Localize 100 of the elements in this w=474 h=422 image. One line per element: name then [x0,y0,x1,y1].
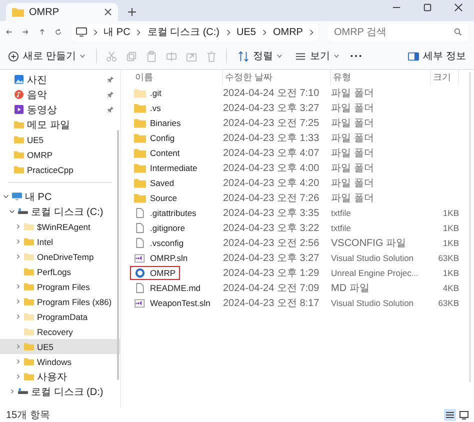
close-icon[interactable] [104,8,112,16]
up-icon[interactable] [38,27,46,37]
chevron-icon[interactable] [15,299,21,304]
file-row[interactable]: Saved 2024-04-23 오후 4:20 파일 폴더 [127,175,474,190]
chevron-icon [262,28,267,36]
address-bar[interactable]: 내 PC 로컬 디스크 (C:) UE5 OMRP [72,24,318,40]
file-row[interactable]: .vsconfig 2024-04-23 오전 2:56 VSCONFIG 파일 1KB [127,235,474,250]
back-icon[interactable] [6,27,12,37]
refresh-icon[interactable] [55,27,62,37]
chevron-icon[interactable] [15,224,21,229]
column-header[interactable]: 유형 [331,70,431,85]
file-name: Binaries [150,118,181,128]
search-icon [454,28,462,36]
quick-access-item[interactable]: OMRP [0,147,120,162]
breadcrumb-item[interactable]: UE5 [236,26,256,38]
tiles-view-button[interactable] [458,409,470,421]
size-cell-text: 1KB [442,222,459,232]
new-tab-icon[interactable] [128,8,136,16]
music-icon [14,90,24,99]
column-header[interactable]: 이름 [127,70,223,85]
window-tab[interactable]: OMRP [6,3,118,21]
file-row[interactable]: .vs 2024-04-23 오후 3:27 파일 폴더 [127,100,474,115]
tree-item[interactable]: Recovery [0,324,120,339]
file-row[interactable]: .gitignore 2024-04-23 오후 3:22 txtfile 1KB [127,220,474,235]
tree-item[interactable]: Program Files (x86) [0,294,120,309]
file-row[interactable]: Intermediate 2024-04-23 오후 4:00 파일 폴더 [127,160,474,175]
item-count: 15개 항목 [6,409,50,422]
chevron-icon[interactable] [9,389,15,394]
type-cell-text: 파일 폴더 [331,162,375,174]
chevron-icon[interactable] [15,344,21,349]
type-cell-text: MD 파일 [331,282,370,294]
tree-item[interactable]: Windows [0,354,120,369]
breadcrumb-item[interactable]: 로컬 디스크 (C:) [147,25,220,39]
plus-circle-icon [8,50,19,62]
quick-access-item[interactable]: PracticeCpp [0,162,120,177]
file-name: .gitignore [150,222,185,232]
maximize-icon[interactable] [423,3,432,12]
close-icon[interactable] [454,3,463,12]
file-row[interactable]: OMRP 2024-04-23 오후 1:29 Unreal Engine Projec... 1KB [127,265,474,280]
file-row[interactable]: Source 2024-04-23 오전 7:26 파일 폴더 [127,190,474,205]
tree-item[interactable]: PerfLogs [0,264,120,279]
date-cell-text: 2024-04-23 오후 4:00 [223,162,320,174]
tree-item[interactable]: 사용자 [0,369,120,384]
tree-item[interactable]: Intel [0,234,120,249]
sort-button[interactable]: 정렬 [236,47,284,65]
file-row[interactable]: README.md 2024-04-24 오전 7:09 MD 파일 4KB [127,280,474,295]
list-icon [294,50,306,62]
date-cell-text: 2024-04-23 오후 4:07 [223,146,320,160]
size-cell-text: 1KB [442,268,459,278]
more-icon[interactable] [350,54,362,58]
new-button[interactable]: 새로 만들기 [6,47,87,65]
quick-access-item[interactable]: 음악 [0,87,120,102]
tree-item[interactable]: UE5 [0,339,120,354]
details-pane-button[interactable]: 세부 정보 [406,47,468,65]
tree-item[interactable]: 로컬 디스크 (C:) [0,204,120,219]
chevron-icon[interactable] [15,239,21,244]
chevron-down-icon[interactable] [3,194,9,199]
file-row[interactable]: .git 2024-04-24 오전 7:10 파일 폴더 [127,85,474,100]
file-row[interactable]: Config 2024-04-23 오후 1:33 파일 폴더 [127,130,474,145]
quick-access-item[interactable]: UE5 [0,132,120,147]
forward-icon[interactable] [22,27,29,37]
file-row[interactable]: OMRP.sln 2024-04-23 오후 3:27 Visual Studio Solution 63KB [127,250,474,265]
file-name: .git [150,88,162,98]
file-row[interactable]: Binaries 2024-04-23 오전 7:25 파일 폴더 [127,115,474,130]
column-header[interactable]: 크기 [431,70,459,85]
details-view-button[interactable] [444,409,456,421]
tree-item[interactable]: Program Files [0,279,120,294]
chevron-icon[interactable] [15,359,21,364]
quick-access-item[interactable]: 메모 파일 [0,117,120,132]
file-row[interactable]: .gitattributes 2024-04-23 오후 3:35 txtfile 1KB [127,205,474,220]
breadcrumb-item[interactable]: 내 PC [104,25,130,39]
file-row[interactable]: Content 2024-04-23 오후 4:07 파일 폴더 [127,145,474,160]
tree-item[interactable]: ProgramData [0,309,120,324]
type-cell-text: VSCONFIG 파일 [331,236,408,250]
chevron-icon[interactable] [15,314,21,319]
type-cell-text: Unreal Engine Projec... [331,268,420,278]
breadcrumb-item[interactable]: OMRP [272,26,303,38]
type-cell-text: txtfile [331,208,352,218]
size-cell-text: 1KB [442,208,459,218]
file-name: Source [150,192,177,202]
type-cell-text: 파일 폴더 [331,132,375,144]
chevron-icon[interactable] [15,374,21,379]
date-cell-text: 2024-04-24 오전 7:09 [223,282,320,294]
chevron-icon[interactable] [308,28,314,36]
tree-item[interactable]: 내 PC [0,189,120,204]
quick-access-item[interactable]: 동영상 [0,102,120,117]
tree-item[interactable]: OneDriveTemp [0,249,120,264]
quick-access-item[interactable]: 사진 [0,72,120,87]
column-header[interactable]: 수정한 날짜 [223,70,331,85]
chevron-icon[interactable] [15,254,21,259]
view-button[interactable]: 보기 [292,47,341,65]
file-row[interactable]: WeaponTest.sln 2024-04-23 오전 8:17 Visual Studio Solution 63KB [127,295,474,310]
type-cell-text: 파일 폴더 [331,176,375,190]
search-field[interactable]: OMRP 검색 [328,24,468,40]
chevron-down-icon[interactable] [9,209,15,214]
type-cell-text: Visual Studio Solution [331,252,415,262]
date-cell-text: 2024-04-23 오후 3:27 [223,252,320,264]
tree-item[interactable]: 로컬 디스크 (D:) [0,384,120,399]
tree-item[interactable]: $WinREAgent [0,219,120,234]
chevron-icon[interactable] [15,284,21,289]
